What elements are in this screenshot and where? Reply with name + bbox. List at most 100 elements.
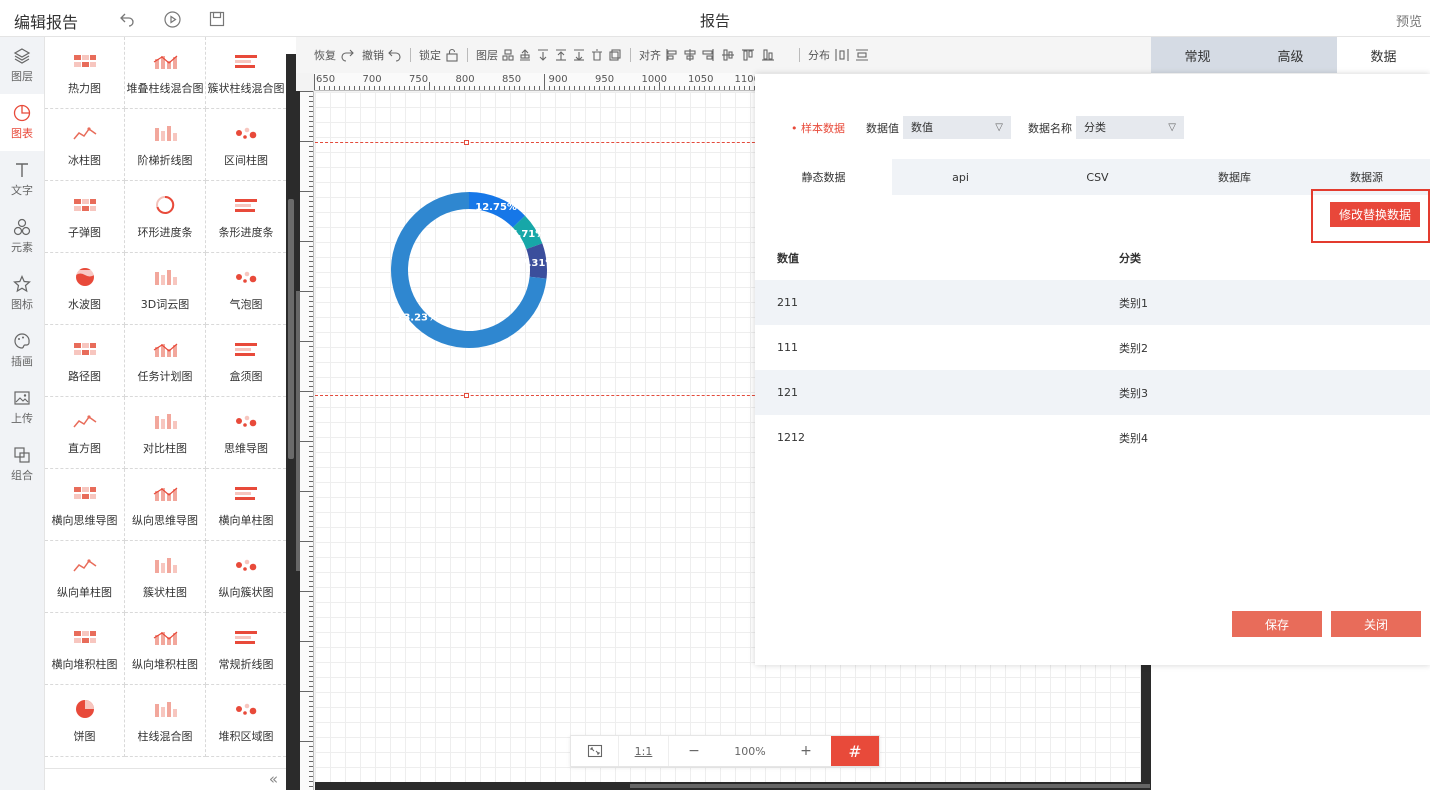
lock-button[interactable]: 锁定	[419, 47, 459, 63]
ruler-tick	[309, 681, 313, 682]
palette-item[interactable]: 盒须图	[206, 325, 286, 397]
resize-handle[interactable]	[464, 140, 469, 145]
play-icon[interactable]	[163, 10, 181, 28]
palette-item[interactable]: 路径图	[45, 325, 125, 397]
resize-handle[interactable]	[464, 393, 469, 398]
grid-toggle-button[interactable]: #	[831, 736, 879, 766]
ruler-tick	[309, 106, 313, 107]
palette-item[interactable]: 横向思维导图	[45, 469, 125, 541]
palette-item[interactable]: 热力图	[45, 37, 125, 109]
column-header-category[interactable]: 分类	[1119, 250, 1141, 266]
table-row[interactable]: 211 类别1	[755, 280, 1430, 325]
cell-value[interactable]: 1212	[777, 431, 1119, 444]
save-button[interactable]: 保存	[1232, 611, 1322, 637]
palette-item[interactable]: 直方图	[45, 397, 125, 469]
scrollbar-thumb[interactable]	[288, 199, 294, 459]
fit-screen-button[interactable]	[571, 736, 619, 766]
tab-advanced[interactable]: 高级	[1244, 37, 1337, 73]
ruler-tick	[374, 86, 375, 90]
palette-item[interactable]: 子弹图	[45, 181, 125, 253]
align-icons[interactable]	[665, 48, 791, 62]
palette-item[interactable]: 簇状柱图	[125, 541, 206, 613]
replace-data-button[interactable]: 修改替换数据	[1330, 202, 1420, 227]
ruler-tick	[734, 86, 735, 90]
palette-collapse-bar[interactable]: «	[45, 768, 286, 790]
tab-general[interactable]: 常规	[1151, 37, 1244, 73]
rail-item-icons[interactable]: 图标	[0, 265, 44, 322]
layer-order-icons[interactable]	[502, 48, 622, 62]
rail-item-upload[interactable]: 上传	[0, 379, 44, 436]
rail-item-layers[interactable]: 图层	[0, 37, 44, 94]
donut-chart[interactable]: 12.75% 6.71% 7.31% 73.23%	[389, 190, 549, 350]
table-row[interactable]: 111 类别2	[755, 325, 1430, 370]
palette-item[interactable]: 纵向单柱图	[45, 541, 125, 613]
preview-link[interactable]: 预览	[1396, 11, 1422, 30]
palette-item[interactable]: 条形进度条	[206, 181, 286, 253]
palette-item[interactable]: 常规折线图	[206, 613, 286, 685]
collapse-chevron-icon[interactable]: «	[269, 770, 278, 788]
tab-csv[interactable]: CSV	[1029, 159, 1166, 195]
value-field-select[interactable]: 数值 ▽	[903, 116, 1011, 139]
zoom-in-button[interactable]: +	[781, 736, 831, 766]
palette-item[interactable]: 簇状柱线混合图	[206, 37, 286, 109]
palette-item[interactable]: 纵向堆积柱图	[125, 613, 206, 685]
cell-value[interactable]: 111	[777, 341, 1119, 354]
palette-item[interactable]: 对比柱图	[125, 397, 206, 469]
rail-item-text[interactable]: 文字	[0, 151, 44, 208]
tab-static-data[interactable]: 静态数据	[755, 159, 892, 195]
scrollbar-thumb[interactable]	[630, 784, 1150, 788]
undo-button[interactable]: 撤销	[362, 47, 402, 63]
cell-category[interactable]: 类别2	[1119, 340, 1148, 356]
ruler-tick	[309, 171, 313, 172]
palette-item[interactable]: 冰柱图	[45, 109, 125, 181]
palette-scrollbar[interactable]	[286, 54, 296, 790]
table-row[interactable]: 121 类别3	[755, 370, 1430, 415]
palette-item[interactable]: 环形进度条	[125, 181, 206, 253]
table-row[interactable]: 1212 类别4	[755, 415, 1430, 460]
ruler-tick	[419, 86, 420, 90]
palette-item[interactable]: 堆叠柱线混合图	[125, 37, 206, 109]
chart-thumbnail-icon	[152, 626, 178, 648]
name-field-select[interactable]: 分类 ▽	[1076, 116, 1184, 139]
rail-item-group[interactable]: 组合	[0, 436, 44, 493]
close-button[interactable]: 关闭	[1331, 611, 1421, 637]
rail-item-illustrations[interactable]: 插画	[0, 322, 44, 379]
palette-item[interactable]: 纵向思维导图	[125, 469, 206, 541]
palette-item[interactable]: 饼图	[45, 685, 125, 757]
tab-api[interactable]: api	[892, 159, 1029, 195]
palette-item[interactable]: 思维导图	[206, 397, 286, 469]
ruler-tick	[309, 176, 313, 177]
redo-button[interactable]: 恢复	[314, 47, 354, 63]
column-header-value[interactable]: 数值	[777, 250, 1119, 266]
actual-size-button[interactable]: 1:1	[619, 736, 669, 766]
palette-item[interactable]: 堆积区域图	[206, 685, 286, 757]
horizontal-scrollbar[interactable]	[315, 782, 1150, 790]
palette-item[interactable]: 3D词云图	[125, 253, 206, 325]
vertical-ruler-scrollbar[interactable]	[296, 91, 300, 790]
palette-item[interactable]: 横向堆积柱图	[45, 613, 125, 685]
cell-category[interactable]: 类别1	[1119, 295, 1148, 311]
tab-data[interactable]: 数据	[1337, 37, 1430, 73]
palette-item[interactable]: 纵向簇状图	[206, 541, 286, 613]
palette-item[interactable]: 任务计划图	[125, 325, 206, 397]
palette-item[interactable]: 气泡图	[206, 253, 286, 325]
palette-item[interactable]: 区间柱图	[206, 109, 286, 181]
tab-database[interactable]: 数据库	[1166, 159, 1303, 195]
rail-item-charts[interactable]: 图表	[0, 94, 44, 151]
palette-item[interactable]: 柱线混合图	[125, 685, 206, 757]
back-icon[interactable]	[118, 10, 136, 28]
palette-item[interactable]: 横向单柱图	[206, 469, 286, 541]
distribute-icons[interactable]	[834, 48, 874, 62]
cell-value[interactable]: 121	[777, 386, 1119, 399]
cell-category[interactable]: 类别4	[1119, 430, 1148, 446]
zoom-out-button[interactable]: −	[669, 736, 719, 766]
sample-data-label[interactable]: • 样本数据	[791, 120, 845, 136]
palette-item[interactable]: 水波图	[45, 253, 125, 325]
chart-thumbnail-icon	[233, 410, 259, 432]
rail-item-elements[interactable]: 元素	[0, 208, 44, 265]
save-icon[interactable]	[208, 10, 226, 28]
cell-category[interactable]: 类别3	[1119, 385, 1148, 401]
scrollbar-thumb[interactable]	[296, 291, 300, 571]
palette-item[interactable]: 阶梯折线图	[125, 109, 206, 181]
cell-value[interactable]: 211	[777, 296, 1119, 309]
